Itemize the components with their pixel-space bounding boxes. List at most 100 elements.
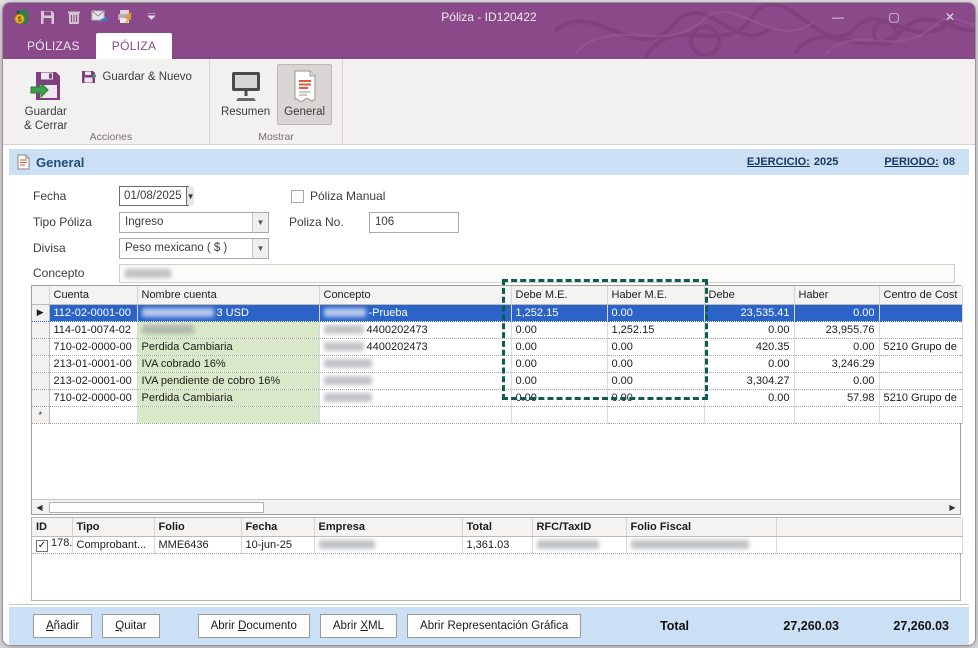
cell[interactable] xyxy=(879,372,962,389)
column-header[interactable]: Centro de Cost xyxy=(879,286,962,304)
guardar-nuevo-button[interactable]: Guardar & Nuevo xyxy=(74,65,199,89)
scroll-left-icon[interactable]: ◀ xyxy=(32,500,47,514)
fecha-dropdown-icon[interactable]: ▼ xyxy=(186,187,195,205)
cell[interactable]: 0.00 xyxy=(511,355,607,372)
cell[interactable] xyxy=(879,321,962,338)
cell[interactable]: 710-02-0000-00 xyxy=(49,389,137,406)
toolbar-dropdown-icon[interactable] xyxy=(143,9,160,26)
cell[interactable]: Perdida Cambiaria xyxy=(137,338,319,355)
footer-button-abrir-representaci-n-gr-fica[interactable]: Abrir Representación Gráfica xyxy=(407,614,581,638)
cell[interactable] xyxy=(314,536,462,553)
footer-button-abrir-documento[interactable]: Abrir Documento xyxy=(198,614,310,638)
guardar-cerrar-button[interactable]: Guardar & Cerrar xyxy=(17,64,74,140)
cell[interactable]: 213-02-0001-00 xyxy=(49,372,137,389)
scroll-right-icon[interactable]: ▶ xyxy=(945,500,960,514)
cell[interactable]: 0.00 xyxy=(704,321,794,338)
cell[interactable] xyxy=(137,406,319,423)
column-header[interactable]: Fecha xyxy=(241,518,314,536)
cell[interactable]: 0.00 xyxy=(511,338,607,355)
cell[interactable] xyxy=(879,304,962,321)
footer-button-quitar[interactable]: Quitar xyxy=(102,614,159,638)
cell[interactable]: 4400202473 xyxy=(319,321,511,338)
poliza-no-field[interactable]: 106 xyxy=(369,212,459,233)
cell[interactable] xyxy=(879,355,962,372)
cell[interactable]: 213-01-0001-00 xyxy=(49,355,137,372)
cell[interactable]: 710-02-0000-00 xyxy=(49,338,137,355)
cell[interactable]: 0.00 xyxy=(607,389,704,406)
cell[interactable]: 5210 Grupo de xyxy=(879,389,962,406)
cell[interactable]: -Prueba xyxy=(319,304,511,321)
scrollbar-thumb[interactable] xyxy=(49,502,264,513)
poliza-manual-checkbox[interactable] xyxy=(291,190,304,203)
cell[interactable] xyxy=(49,406,137,423)
cell[interactable]: 114-01-0074-02 xyxy=(49,321,137,338)
general-button[interactable]: General xyxy=(277,64,332,125)
cell[interactable] xyxy=(794,406,879,423)
cell[interactable]: 1,252.15 xyxy=(511,304,607,321)
row-checkbox[interactable]: ✓ xyxy=(36,540,48,552)
row-selector[interactable] xyxy=(32,355,49,372)
quick-print-icon[interactable] xyxy=(117,9,134,26)
cell[interactable]: 0.00 xyxy=(511,389,607,406)
row-selector[interactable]: ▶ xyxy=(32,304,49,321)
cell[interactable]: 5210 Grupo de xyxy=(879,338,962,355)
cell[interactable]: 112-02-0001-00 xyxy=(49,304,137,321)
table-row[interactable]: 213-02-0001-00IVA pendiente de cobro 16%… xyxy=(32,372,962,389)
table-row[interactable]: * xyxy=(32,406,962,423)
cell[interactable]: ✓178... xyxy=(32,536,72,553)
table-row[interactable]: 710-02-0000-00Perdida Cambiaria0.000.000… xyxy=(32,389,962,406)
column-header[interactable]: Debe M.E. xyxy=(511,286,607,304)
periodo[interactable]: PERIODO:08 xyxy=(884,156,955,168)
cell[interactable]: 0.00 xyxy=(607,338,704,355)
cell[interactable] xyxy=(607,406,704,423)
cell[interactable]: 0.00 xyxy=(607,372,704,389)
cell[interactable]: 0.00 xyxy=(794,372,879,389)
tab-poliza[interactable]: PÓLIZA xyxy=(96,33,172,59)
cell[interactable]: 3,304.27 xyxy=(704,372,794,389)
cell[interactable] xyxy=(319,406,511,423)
cell[interactable]: 0.00 xyxy=(607,355,704,372)
column-header[interactable]: Folio Fiscal xyxy=(626,518,776,536)
divisa-dropdown-icon[interactable]: ▼ xyxy=(252,239,268,258)
column-header[interactable]: RFC/TaxID xyxy=(532,518,626,536)
column-header[interactable]: Haber M.E. xyxy=(607,286,704,304)
maximize-button[interactable]: ▢ xyxy=(883,7,905,27)
cell[interactable] xyxy=(511,406,607,423)
column-header[interactable] xyxy=(776,518,962,536)
cell[interactable] xyxy=(319,355,511,372)
cell[interactable]: 1,252.15 xyxy=(607,321,704,338)
divisa-select[interactable]: Peso mexicano ( $ ) ▼ xyxy=(119,238,269,259)
row-selector[interactable] xyxy=(32,372,49,389)
column-header[interactable]: ID xyxy=(32,518,72,536)
cell[interactable]: 420.35 xyxy=(704,338,794,355)
column-header[interactable]: Debe xyxy=(704,286,794,304)
table-row[interactable]: ▶112-02-0001-003 USD-Prueba1,252.150.002… xyxy=(32,304,962,321)
cell[interactable]: 0.00 xyxy=(704,389,794,406)
tipo-poliza-select[interactable]: Ingreso ▼ xyxy=(119,212,269,233)
cell[interactable] xyxy=(319,389,511,406)
cell[interactable] xyxy=(879,406,962,423)
cell[interactable]: IVA pendiente de cobro 16% xyxy=(137,372,319,389)
cell[interactable]: 3,246.29 xyxy=(794,355,879,372)
cell[interactable]: 0.00 xyxy=(511,321,607,338)
table-row[interactable]: 114-01-0074-0244002024730.001,252.150.00… xyxy=(32,321,962,338)
minimize-button[interactable]: — xyxy=(827,7,849,27)
resumen-button[interactable]: Resumen xyxy=(214,64,277,125)
send-mail-icon[interactable] xyxy=(91,9,108,26)
cell[interactable]: 10-jun-25 xyxy=(241,536,314,553)
delete-icon[interactable] xyxy=(65,9,82,26)
ejercicio[interactable]: EJERCICIO:2025 xyxy=(747,156,838,168)
column-header[interactable]: Folio xyxy=(154,518,241,536)
cell[interactable]: 0.00 xyxy=(511,372,607,389)
row-selector[interactable] xyxy=(32,321,49,338)
column-header[interactable]: Concepto xyxy=(319,286,511,304)
footer-button-abrir-xml[interactable]: Abrir XML xyxy=(320,614,397,638)
table-row[interactable]: ✓178...Comprobant...MME643610-jun-251,36… xyxy=(32,536,962,553)
cell[interactable] xyxy=(626,536,776,553)
grid-horizontal-scrollbar[interactable]: ◀ ▶ xyxy=(32,499,960,514)
cell[interactable] xyxy=(704,406,794,423)
column-header[interactable]: Empresa xyxy=(314,518,462,536)
row-selector[interactable] xyxy=(32,389,49,406)
row-selector[interactable] xyxy=(32,338,49,355)
save-icon[interactable] xyxy=(39,9,56,26)
